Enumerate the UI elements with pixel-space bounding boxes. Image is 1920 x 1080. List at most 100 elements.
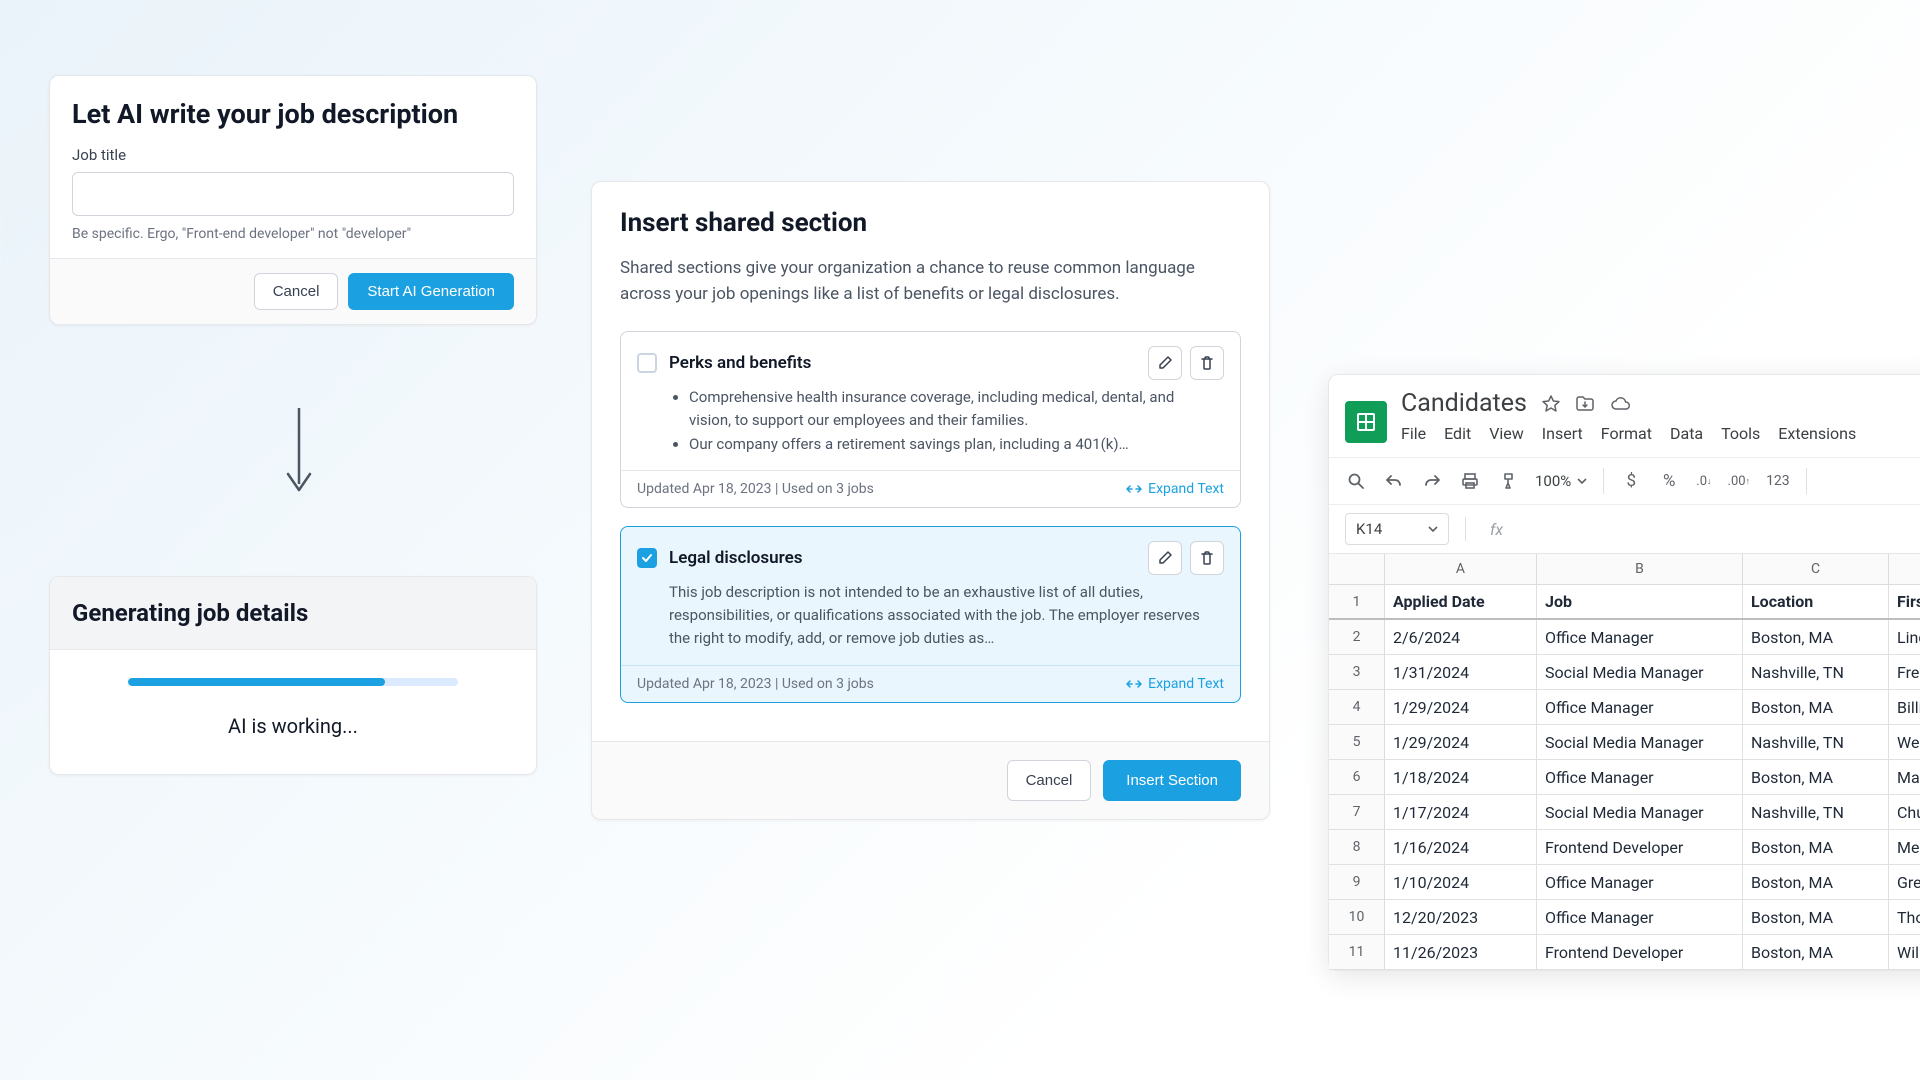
menu-edit[interactable]: Edit [1444, 424, 1471, 443]
cell[interactable]: Willia [1889, 935, 1920, 969]
cell[interactable]: Fredd [1889, 655, 1920, 689]
delete-button[interactable] [1190, 346, 1224, 380]
cell[interactable]: Frontend Developer [1537, 935, 1743, 969]
cell[interactable]: Boston, MA [1743, 865, 1889, 899]
section-option-legal[interactable]: Legal disclosures This job description i… [620, 526, 1241, 703]
increase-decimal-icon[interactable]: .00↑ [1728, 470, 1751, 492]
cell[interactable]: Nashville, TN [1743, 655, 1889, 689]
print-icon[interactable] [1459, 470, 1481, 492]
cell[interactable]: 2/6/2024 [1385, 620, 1537, 654]
cell[interactable]: 1/16/2024 [1385, 830, 1537, 864]
menu-extensions[interactable]: Extensions [1778, 424, 1856, 443]
menu-data[interactable]: Data [1670, 424, 1703, 443]
checkbox-legal[interactable] [637, 548, 657, 568]
cancel-button[interactable]: Cancel [254, 273, 339, 310]
cell[interactable]: Applied Date [1385, 585, 1537, 618]
cell[interactable]: Office Manager [1537, 760, 1743, 794]
row-header[interactable]: 10 [1329, 900, 1385, 934]
row-header[interactable]: 4 [1329, 690, 1385, 724]
row-header[interactable]: 5 [1329, 725, 1385, 759]
cell[interactable]: 1/29/2024 [1385, 690, 1537, 724]
cell[interactable]: 11/26/2023 [1385, 935, 1537, 969]
cell[interactable]: Office Manager [1537, 900, 1743, 934]
cell[interactable]: Boston, MA [1743, 620, 1889, 654]
cell[interactable]: 1/18/2024 [1385, 760, 1537, 794]
row-header[interactable]: 6 [1329, 760, 1385, 794]
star-icon[interactable] [1541, 394, 1561, 414]
column-header[interactable]: C [1743, 554, 1889, 584]
row-header[interactable]: 9 [1329, 865, 1385, 899]
column-header[interactable]: D [1889, 554, 1920, 584]
checkbox-perks[interactable] [637, 353, 657, 373]
undo-icon[interactable] [1383, 470, 1405, 492]
menu-view[interactable]: View [1489, 424, 1524, 443]
cell[interactable]: Billie [1889, 690, 1920, 724]
cell[interactable]: 1/17/2024 [1385, 795, 1537, 829]
cancel-button[interactable]: Cancel [1007, 760, 1092, 801]
cloud-status-icon[interactable] [1609, 394, 1631, 414]
cell[interactable]: Office Manager [1537, 620, 1743, 654]
cell[interactable]: 1/29/2024 [1385, 725, 1537, 759]
edit-button[interactable] [1148, 541, 1182, 575]
cell[interactable]: Social Media Manager [1537, 795, 1743, 829]
cell[interactable]: Wend [1889, 725, 1920, 759]
currency-format-icon[interactable]: $ [1620, 470, 1642, 492]
zoom-selector[interactable]: 100% [1535, 472, 1587, 490]
cell[interactable]: Boston, MA [1743, 760, 1889, 794]
cell[interactable]: Job [1537, 585, 1743, 618]
menu-format[interactable]: Format [1601, 424, 1652, 443]
menu-insert[interactable]: Insert [1542, 424, 1583, 443]
expand-text-link[interactable]: Expand Text [1126, 676, 1224, 692]
cell[interactable]: Boston, MA [1743, 935, 1889, 969]
cell[interactable]: First [1889, 585, 1920, 618]
cell[interactable]: 12/20/2023 [1385, 900, 1537, 934]
cell[interactable]: Office Manager [1537, 865, 1743, 899]
spreadsheet-grid[interactable]: A B C D 1Applied DateJobLocationFirst 22/… [1329, 554, 1920, 970]
search-icon[interactable] [1345, 470, 1367, 492]
document-title[interactable]: Candidates [1401, 389, 1527, 418]
cell[interactable]: Boston, MA [1743, 900, 1889, 934]
start-ai-generation-button[interactable]: Start AI Generation [348, 273, 514, 310]
cell[interactable]: Boston, MA [1743, 830, 1889, 864]
cell[interactable]: Social Media Manager [1537, 725, 1743, 759]
cell[interactable]: Chu [1889, 795, 1920, 829]
delete-button[interactable] [1190, 541, 1224, 575]
cell[interactable]: Thom [1889, 900, 1920, 934]
more-formats-icon[interactable]: 123 [1766, 470, 1790, 492]
cell[interactable]: Gretc [1889, 865, 1920, 899]
cell[interactable]: 1/10/2024 [1385, 865, 1537, 899]
decrease-decimal-icon[interactable]: .0↓ [1696, 470, 1711, 492]
cell-reference-selector[interactable]: K14 [1345, 513, 1449, 545]
row-header[interactable]: 2 [1329, 620, 1385, 654]
select-all-corner[interactable] [1329, 554, 1385, 584]
cell[interactable]: 1/31/2024 [1385, 655, 1537, 689]
cell[interactable]: Nashville, TN [1743, 725, 1889, 759]
menu-file[interactable]: File [1401, 424, 1426, 443]
edit-button[interactable] [1148, 346, 1182, 380]
row-header[interactable]: 1 [1329, 585, 1385, 618]
cell[interactable]: Marjo [1889, 760, 1920, 794]
row-header[interactable]: 7 [1329, 795, 1385, 829]
redo-icon[interactable] [1421, 470, 1443, 492]
job-title-input[interactable] [72, 172, 514, 216]
row-header[interactable]: 8 [1329, 830, 1385, 864]
cell[interactable]: Frontend Developer [1537, 830, 1743, 864]
expand-text-link[interactable]: Expand Text [1126, 481, 1224, 497]
cell[interactable]: Social Media Manager [1537, 655, 1743, 689]
row-header[interactable]: 3 [1329, 655, 1385, 689]
column-header[interactable]: A [1385, 554, 1537, 584]
menu-tools[interactable]: Tools [1721, 424, 1760, 443]
insert-section-button[interactable]: Insert Section [1103, 760, 1241, 801]
cell[interactable]: Meliss [1889, 830, 1920, 864]
row-header[interactable]: 11 [1329, 935, 1385, 969]
paint-format-icon[interactable] [1497, 470, 1519, 492]
cell[interactable]: Location [1743, 585, 1889, 618]
cell[interactable]: Nashville, TN [1743, 795, 1889, 829]
move-to-folder-icon[interactable] [1575, 394, 1595, 414]
cell[interactable]: Linds [1889, 620, 1920, 654]
percent-format-icon[interactable]: % [1658, 470, 1680, 492]
cell[interactable]: Office Manager [1537, 690, 1743, 724]
cell[interactable]: Boston, MA [1743, 690, 1889, 724]
column-header[interactable]: B [1537, 554, 1743, 584]
section-option-perks[interactable]: Perks and benefits Comprehensive health … [620, 331, 1241, 508]
